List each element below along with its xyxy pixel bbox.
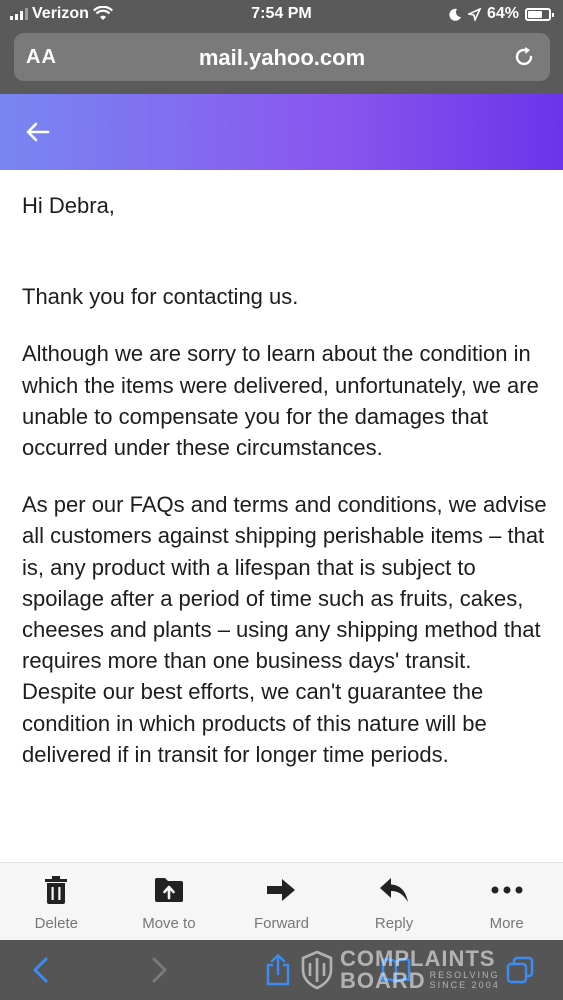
- tabs-button[interactable]: [504, 954, 536, 986]
- reply-label: Reply: [374, 915, 414, 932]
- reply-button[interactable]: Reply: [338, 863, 451, 940]
- moon-icon: [449, 8, 461, 21]
- watermark-line1: COMPLAINTS: [340, 946, 496, 971]
- browser-forward-button[interactable]: [144, 954, 176, 986]
- delete-label: Delete: [34, 915, 78, 932]
- bookmarks-book-icon: [381, 958, 411, 983]
- email-paragraph: Although we are sorry to learn about the…: [22, 341, 539, 461]
- status-right: 64%: [449, 5, 554, 23]
- battery-icon: [525, 7, 554, 21]
- forward-button[interactable]: Forward: [225, 863, 338, 940]
- shield-logo-icon: [301, 950, 333, 990]
- tabs-icon: [506, 956, 534, 984]
- email-header: [0, 94, 563, 170]
- folder-move-icon: [154, 878, 183, 902]
- more-dots-icon: [491, 886, 523, 894]
- back-button[interactable]: [22, 116, 54, 148]
- email-paragraph: As per our FAQs and terms and conditions…: [22, 492, 547, 767]
- location-arrow-icon: [467, 7, 481, 21]
- email-greeting: Hi Debra,: [22, 193, 115, 218]
- browser-bottom-toolbar: COMPLAINTS BOARD RESOLVING SINCE 2004: [0, 940, 563, 1000]
- chevron-right-icon: [152, 957, 167, 983]
- share-icon: [266, 954, 290, 986]
- status-bar: Verizon 7:54 PM 64%: [0, 0, 563, 30]
- reply-arrow-icon: [380, 878, 409, 902]
- more-button[interactable]: More: [450, 863, 563, 940]
- battery-percent: 64%: [486, 5, 519, 22]
- trash-icon: [45, 876, 68, 904]
- move-to-button[interactable]: Move to: [113, 863, 226, 940]
- browser-address-area: AA mail.yahoo.com: [0, 30, 563, 94]
- watermark-tag2: SINCE 2004: [429, 980, 500, 990]
- move-to-label: Move to: [142, 915, 196, 932]
- back-arrow-icon: [26, 122, 50, 142]
- forward-label: Forward: [253, 915, 309, 932]
- bookmarks-button[interactable]: [380, 954, 412, 986]
- forward-arrow-icon: [267, 879, 296, 901]
- reload-icon[interactable]: [512, 45, 536, 69]
- email-body: Hi Debra, Thank you for contacting us. A…: [22, 190, 547, 862]
- email-paragraph: Thank you for contacting us.: [22, 284, 299, 310]
- share-button[interactable]: [262, 954, 294, 986]
- chevron-left-icon: [33, 957, 48, 983]
- watermark-tag1: RESOLVING: [429, 970, 500, 981]
- browser-back-button[interactable]: [24, 954, 56, 986]
- address-bar[interactable]: AA mail.yahoo.com: [14, 33, 550, 81]
- more-label: More: [489, 915, 524, 932]
- email-action-toolbar: Delete Move to Forward Reply More: [0, 862, 563, 940]
- url-text[interactable]: mail.yahoo.com: [14, 45, 550, 71]
- delete-button[interactable]: Delete: [0, 863, 113, 940]
